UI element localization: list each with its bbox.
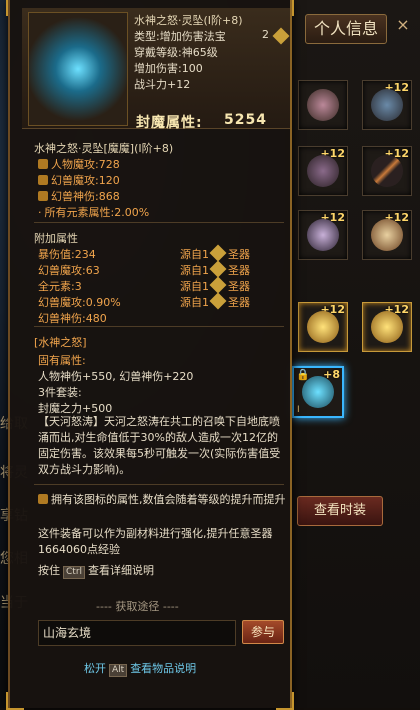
belt-icon	[307, 219, 339, 251]
close-icon[interactable]: ×	[392, 14, 414, 36]
ctrl-hint: 按住 Ctrl 查看详细说明	[38, 564, 155, 579]
extra-source: 源自1 圣器	[180, 244, 250, 262]
set-label: 3件套装:	[38, 386, 82, 399]
item-tooltip: 水神之怒·灵坠(I阶+8) 类型:增加伤害法宝 2 穿戴等级:神65级 增加伤害…	[6, 0, 294, 710]
equip-slot[interactable]: +12	[362, 80, 412, 130]
wear-level: 穿戴等级:神65级	[134, 46, 218, 59]
boots-icon	[371, 219, 403, 251]
equip-slot[interactable]: +12	[298, 146, 348, 196]
rank-label: I	[297, 405, 300, 415]
extra-stat: 幻兽神伤:480	[38, 312, 107, 325]
equip-slot[interactable]: +12	[362, 302, 412, 352]
item-type: 类型:增加伤害法宝	[134, 30, 226, 43]
pendant-artwork-icon	[28, 12, 128, 126]
frame-corner	[6, 692, 24, 710]
stat-line: 幻兽神伤:868	[38, 188, 120, 204]
item-name: 水神之怒·灵坠(I阶+8)	[134, 14, 243, 27]
tooltip-header: 水神之怒·灵坠(I阶+8) 类型:增加伤害法宝 2 穿戴等级:神65级 增加伤害…	[22, 8, 290, 131]
divider	[34, 484, 284, 485]
seal-value: 5254	[224, 112, 267, 128]
item-type-count: 2	[262, 28, 269, 41]
amulet-icon	[307, 155, 339, 187]
level-scale-icon	[38, 191, 48, 201]
equip-slot[interactable]: +12	[362, 210, 412, 260]
stat-line: · 所有元素属性:2.00%	[38, 206, 150, 219]
ctrl-key: Ctrl	[63, 566, 86, 579]
extra-source: 源自1 圣器	[180, 276, 250, 294]
view-outfit-button[interactable]: 查看时装	[297, 496, 383, 526]
extra-stat: 幻兽魔攻:63	[38, 264, 100, 277]
equip-slot[interactable]: +12	[298, 302, 348, 352]
note-level-scale: 拥有该图标的属性,数值会随着等级的提升而提升	[38, 492, 288, 508]
staff-icon	[371, 155, 403, 187]
extra-stat: 幻兽魔攻:0.90%	[38, 296, 121, 309]
note-material: 这件装备可以作为副材料进行强化,提升任意圣器1664060点经验	[38, 527, 273, 556]
set-name: [水神之怒]	[34, 336, 87, 349]
seal-block-title: 水神之怒·灵坠[魔魔](I阶+8)	[34, 142, 174, 155]
extra-stat: 全元素:3	[38, 280, 82, 293]
level-scale-icon	[38, 175, 48, 185]
alt-key: Alt	[109, 664, 128, 677]
level-scale-icon	[38, 494, 48, 504]
sacred-icon	[272, 27, 290, 45]
bullet-icon: ·	[38, 206, 42, 219]
participate-button[interactable]: 参与	[242, 620, 284, 644]
helmet-icon	[371, 89, 403, 121]
equip-slot-selected[interactable]: +8 🔒 I	[292, 366, 344, 418]
ring-icon	[307, 89, 339, 121]
stat-line: 幻兽魔攻:120	[38, 172, 120, 188]
extra-source: 源自1 圣器	[180, 260, 250, 278]
add-damage: 增加伤害:100	[134, 62, 203, 75]
pendant-icon	[302, 376, 334, 408]
trophy-icon	[307, 311, 339, 343]
level-scale-icon	[38, 159, 48, 169]
sacred-icon	[209, 244, 227, 262]
equip-slot[interactable]: +12	[362, 146, 412, 196]
divider	[34, 222, 284, 223]
extra-title: 附加属性	[34, 232, 78, 245]
extra-source: 源自1 圣器	[180, 292, 250, 310]
divider	[34, 326, 284, 327]
equip-slot[interactable]: +12	[298, 210, 348, 260]
power: 战斗力+12	[134, 78, 191, 91]
seal-label: 封魔属性:	[136, 115, 203, 131]
alt-hint: 松开 Alt 查看物品说明	[84, 662, 197, 677]
equip-slot[interactable]	[298, 80, 348, 130]
inherent-label: 固有属性:	[38, 354, 86, 367]
inherent-value: 人物神伤+550, 幻兽神伤+220	[38, 370, 194, 383]
tab-personal-info[interactable]: 个人信息	[305, 14, 387, 44]
extra-stat: 暴伤值:234	[38, 248, 96, 261]
stat-line: 人物魔攻:728	[38, 156, 120, 172]
sacred-icon	[209, 276, 227, 294]
sacred-icon	[209, 260, 227, 278]
skill-description: 【天河怒涛】天河之怒涛在共工的召唤下自地底喷涌而出,对生命值低于30%的敌人造成…	[38, 415, 281, 476]
acquire-source-field[interactable]	[38, 620, 236, 646]
medallion-icon	[371, 311, 403, 343]
acquire-title: ---- 获取途径 ----	[96, 600, 179, 613]
sacred-icon	[209, 292, 227, 310]
frame-corner	[276, 692, 294, 710]
